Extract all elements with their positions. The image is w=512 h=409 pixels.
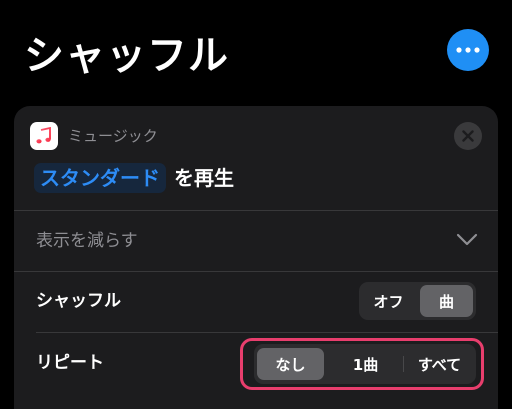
more-options-button[interactable] (447, 29, 489, 71)
divider (36, 332, 498, 333)
divider (14, 271, 498, 272)
repeat-option-all[interactable]: すべて (406, 348, 473, 380)
shuffle-option-songs[interactable]: 曲 (420, 285, 473, 317)
app-name: ミュージック (68, 127, 158, 145)
segment-separator (403, 356, 404, 372)
repeat-segmented-control[interactable]: なし 1曲 すべて (254, 344, 476, 384)
shortcut-editor-screen: シャッフル ミュージック スタンダード を再生 表示を減らす シャッフル オフ … (0, 0, 512, 409)
playlist-parameter-token[interactable]: スタンダード (34, 163, 166, 193)
show-less-row[interactable]: 表示を減らす (14, 211, 498, 271)
action-verb: を再生 (174, 166, 234, 190)
play-music-action-card: ミュージック スタンダード を再生 表示を減らす シャッフル オフ 曲 リピート (14, 106, 498, 409)
close-x-icon (462, 130, 474, 142)
ellipsis-icon (456, 47, 480, 53)
repeat-option-one[interactable]: 1曲 (332, 348, 399, 380)
shuffle-option-off[interactable]: オフ (362, 285, 415, 317)
music-app-icon (30, 122, 58, 150)
page-title: シャッフル (24, 33, 229, 79)
repeat-label: リピート (36, 353, 104, 373)
action-summary: スタンダード を再生 (34, 162, 234, 194)
show-less-label: 表示を減らす (36, 231, 138, 251)
music-note-icon (36, 127, 51, 144)
chevron-down-icon (456, 233, 478, 246)
repeat-option-none[interactable]: なし (257, 348, 324, 380)
remove-action-button[interactable] (454, 122, 482, 150)
shuffle-segmented-control[interactable]: オフ 曲 (359, 282, 476, 320)
shuffle-label: シャッフル (36, 291, 121, 311)
